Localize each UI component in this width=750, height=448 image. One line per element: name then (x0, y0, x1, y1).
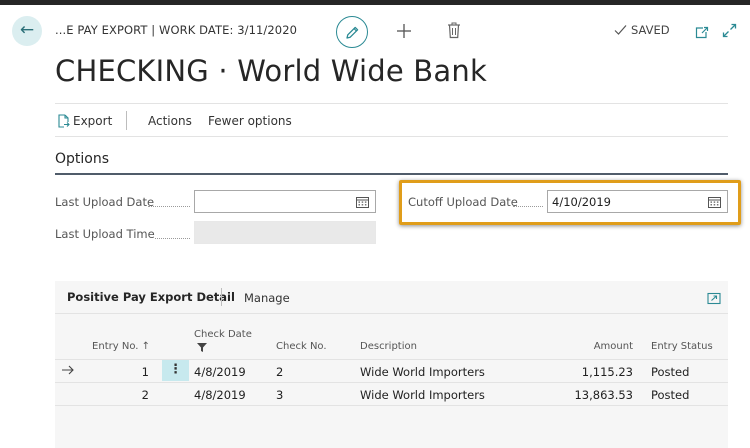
export-button[interactable]: Export (57, 113, 113, 128)
field-leader-dots (155, 238, 190, 239)
saved-label: SAVED (631, 23, 670, 37)
field-leader-dots (148, 206, 190, 207)
open-in-new-window-button[interactable] (695, 24, 709, 43)
row-divider (55, 382, 728, 383)
positive-pay-export-detail-part: Positive Pay Export Detail Manage Entry … (55, 281, 728, 448)
calendar-icon[interactable] (356, 196, 369, 208)
breadcrumb: ...E PAY EXPORT | WORK DATE: 3/11/2020 (55, 23, 298, 37)
table-row-1-entry-no[interactable]: 1 (75, 365, 149, 379)
plus-icon (397, 24, 411, 38)
column-header-check-date[interactable]: Check Date (194, 329, 252, 340)
table-row-1-check-no[interactable]: 2 (276, 365, 283, 379)
column-header-check-no[interactable]: Check No. (276, 341, 327, 352)
row-divider (55, 405, 728, 406)
last-upload-time-field (194, 221, 376, 244)
delete-button[interactable] (447, 22, 461, 43)
saved-status: SAVED (614, 23, 670, 37)
action-separator (126, 111, 127, 130)
back-button[interactable]: ← (12, 16, 42, 46)
part-title[interactable]: Positive Pay Export Detail (67, 290, 235, 304)
export-label: Export (73, 114, 113, 128)
edit-button[interactable] (336, 16, 368, 48)
table-row-2-check-date[interactable]: 4/8/2019 (194, 388, 246, 402)
page-title: CHECKING · World Wide Bank (55, 54, 487, 88)
part-divider (55, 313, 728, 314)
column-header-entry-status[interactable]: Entry Status (651, 341, 713, 352)
table-row-2-description[interactable]: Wide World Importers (360, 388, 485, 402)
action-bar: Export Actions Fewer options (55, 103, 728, 137)
manage-menu[interactable]: Manage (244, 291, 290, 305)
more-vertical-icon: ⋮ (169, 362, 182, 377)
last-upload-time-label: Last Upload Time (55, 227, 155, 241)
table-row-2-amount[interactable]: 13,863.53 (555, 388, 633, 402)
section-divider (55, 173, 728, 175)
checkmark-icon (614, 25, 627, 35)
table-row-1-entry-status[interactable]: Posted (651, 365, 689, 379)
current-row-arrow-icon (62, 365, 74, 375)
expand-icon (707, 292, 721, 305)
actions-menu[interactable]: Actions (148, 114, 192, 128)
table-row-2-entry-no[interactable]: 2 (75, 388, 149, 402)
column-header-description[interactable]: Description (360, 341, 417, 352)
filter-icon[interactable] (197, 343, 207, 352)
expand-part-button[interactable] (707, 290, 721, 309)
table-row-1-amount[interactable]: 1,115.23 (555, 365, 633, 379)
export-icon (58, 113, 70, 128)
expand-button[interactable] (722, 23, 737, 42)
column-header-amount[interactable]: Amount (555, 341, 633, 352)
pencil-icon (346, 26, 359, 39)
trash-icon (448, 22, 460, 39)
part-separator (221, 288, 222, 306)
row-actions-button[interactable]: ⋮ (162, 360, 189, 381)
arrow-left-icon: ← (19, 20, 35, 40)
fewer-options-button[interactable]: Fewer options (208, 114, 292, 128)
field-highlight-frame (399, 180, 741, 225)
new-button[interactable] (394, 21, 414, 45)
options-section-title[interactable]: Options (55, 151, 109, 167)
column-header-entry-no[interactable]: Entry No. ↑ (75, 341, 150, 352)
last-upload-date-field[interactable] (194, 190, 376, 213)
top-bar (0, 0, 750, 5)
table-row-2-check-no[interactable]: 3 (276, 388, 283, 402)
table-row-2-entry-status[interactable]: Posted (651, 388, 689, 402)
table-row-1-check-date[interactable]: 4/8/2019 (194, 365, 246, 379)
header-divider (55, 359, 728, 360)
last-upload-date-label: Last Upload Date (55, 195, 155, 209)
popout-icon (695, 26, 709, 39)
table-row-1-description[interactable]: Wide World Importers (360, 365, 485, 379)
expand-icon (722, 23, 737, 38)
